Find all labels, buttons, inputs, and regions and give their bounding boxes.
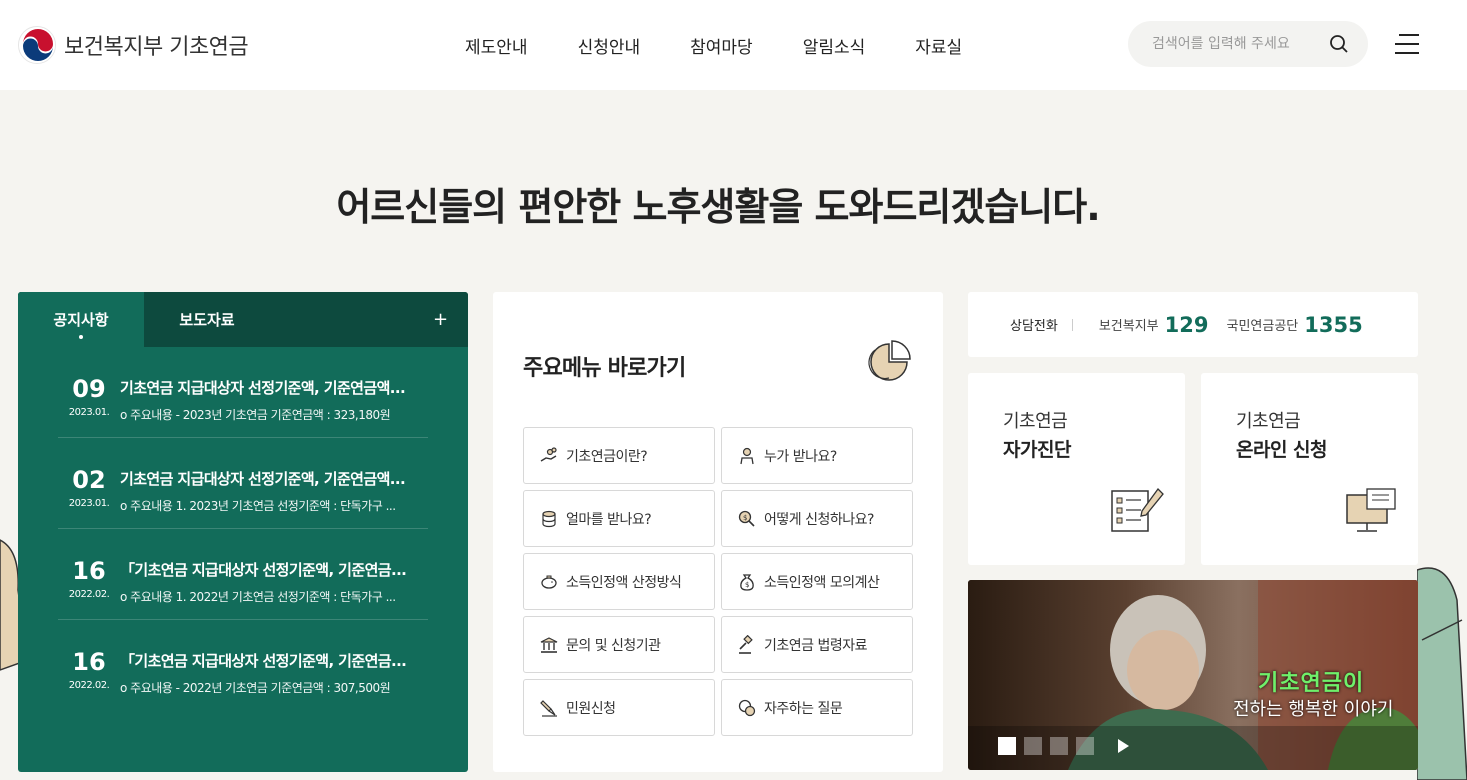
header: 보건복지부 기초연금 제도안내 신청안내 참여마당 알림소식 자료실	[0, 0, 1467, 90]
site-logo[interactable]: 보건복지부 기초연금	[18, 26, 249, 64]
slide-indicator-4[interactable]	[1076, 737, 1094, 755]
coin-stack-icon	[538, 508, 560, 530]
slide-indicator-1[interactable]	[998, 737, 1016, 755]
checklist-icon	[1111, 488, 1164, 532]
logo-org: 보건복지부	[64, 35, 163, 60]
taegeuk-logo-icon	[18, 26, 56, 64]
nav-item-apply[interactable]: 신청안내	[553, 33, 666, 58]
person-icon	[736, 445, 758, 467]
card-title-line2: 자가진단	[1003, 439, 1071, 461]
card-title-line2: 온라인 신청	[1236, 439, 1328, 461]
notice-year-month: 2022.02.	[68, 680, 110, 691]
hand-coins-icon	[538, 445, 560, 467]
consult-org-mohw: 보건복지부	[1098, 319, 1159, 334]
nav-item-system[interactable]: 제도안내	[440, 33, 553, 58]
consult-org-nps: 국민연금공단	[1226, 319, 1299, 334]
quick-faq[interactable]: 자주하는 질문	[721, 679, 913, 736]
video-caption-main: 기초연금이	[1258, 671, 1365, 696]
svg-text:$: $	[745, 581, 749, 589]
nav-item-archive[interactable]: 자료실	[890, 33, 987, 58]
quick-civil-request[interactable]: 민원신청	[523, 679, 715, 736]
nav-item-news[interactable]: 알림소식	[778, 33, 891, 58]
notice-date: 02 2023.01.	[58, 468, 120, 528]
pen-icon	[538, 697, 560, 719]
notice-year-month: 2022.02.	[68, 589, 110, 600]
notice-panel: 공지사항 보도자료 + 09 2023.01. 기초연금 지급대상자 선정기준액…	[18, 292, 468, 772]
quick-what-is[interactable]: 기초연금이란?	[523, 427, 715, 484]
consult-label: 상담전화	[1010, 319, 1058, 334]
computer-icon	[1346, 488, 1396, 532]
notice-title[interactable]: 기초연금 지급대상자 선정기준액, 기준연금액...	[120, 468, 428, 489]
play-icon[interactable]	[1118, 739, 1129, 753]
pie-chart-icon	[868, 340, 911, 381]
notice-day: 16	[72, 557, 106, 585]
notice-day: 09	[72, 375, 106, 403]
notice-year-month: 2023.01.	[68, 407, 110, 418]
notice-title[interactable]: 기초연금 지급대상자 선정기준액, 기준연금액...	[120, 377, 428, 398]
quick-income-calc[interactable]: $ 소득인정액 모의계산	[721, 553, 913, 610]
notice-item[interactable]: 16 2022.02. 「기초연금 지급대상자 선정기준액, 기준연금... o…	[58, 529, 428, 620]
notice-desc: o 주요내용 - 2023년 기초연금 기준연금액 : 323,180원	[120, 408, 391, 422]
notice-tabs: 공지사항 보도자료 +	[18, 292, 468, 347]
search-input[interactable]	[1152, 36, 1322, 52]
quick-menu-title: 주요메뉴 바로가기	[523, 356, 686, 381]
notice-day: 16	[72, 648, 106, 676]
quick-income-method[interactable]: 소득인정액 산정방식	[523, 553, 715, 610]
slider-controls	[998, 737, 1129, 755]
card-title-line1: 기초연금	[1236, 411, 1301, 432]
online-apply-card[interactable]: 기초연금 온라인 신청	[1201, 373, 1418, 565]
svg-text:$: $	[743, 514, 747, 522]
notice-desc: o 주요내용 - 2022년 기초연금 기준연금액 : 307,500원	[120, 681, 391, 695]
self-check-card[interactable]: 기초연금 자가진단	[968, 373, 1185, 565]
consult-number-mohw[interactable]: 129	[1165, 313, 1209, 337]
hamburger-menu-icon[interactable]	[1395, 34, 1419, 54]
money-bag-icon: $	[736, 571, 758, 593]
quick-menu-grid: 기초연금이란? 누가 받나요? 얼마를 받나요? $ 어떻게 신청하나요? 소득…	[523, 427, 913, 736]
logo-service: 기초연금	[169, 35, 249, 60]
consult-phone-bar: 상담전화 보건복지부 129 국민연금공단 1355	[968, 292, 1418, 357]
notice-title[interactable]: 「기초연금 지급대상자 선정기준액, 기준연금...	[120, 559, 428, 580]
notice-item[interactable]: 16 2022.02. 「기초연금 지급대상자 선정기준액, 기준연금... o…	[58, 620, 428, 711]
video-caption-sub: 전하는 행복한 이야기	[1233, 699, 1394, 720]
notice-desc: o 주요내용 1. 2023년 기초연금 선정기준액 : 단독가구 ...	[120, 499, 396, 513]
notice-date: 09 2023.01.	[58, 377, 120, 437]
divider	[1071, 318, 1073, 331]
building-icon	[538, 634, 560, 656]
quick-how-much[interactable]: 얼마를 받나요?	[523, 490, 715, 547]
piggy-bank-icon	[538, 571, 560, 593]
notice-year-month: 2023.01.	[68, 498, 110, 509]
slide-indicator-3[interactable]	[1050, 737, 1068, 755]
search-icon[interactable]	[1328, 33, 1350, 55]
notice-title[interactable]: 「기초연금 지급대상자 선정기준액, 기준연금...	[120, 650, 428, 671]
notice-list: 09 2023.01. 기초연금 지급대상자 선정기준액, 기준연금액... o…	[18, 347, 468, 711]
slide-indicator-2[interactable]	[1024, 737, 1042, 755]
tab-press[interactable]: 보도자료	[144, 292, 270, 347]
main-nav: 제도안내 신청안내 참여마당 알림소식 자료실	[440, 0, 987, 90]
notice-item[interactable]: 02 2023.01. 기초연금 지급대상자 선정기준액, 기준연금액... o…	[58, 438, 428, 529]
quick-menu-panel: 주요메뉴 바로가기 기초연금이란? 누가 받나요? 얼마를 받나요? $ 어떻게…	[493, 292, 943, 772]
quick-how-apply[interactable]: $ 어떻게 신청하나요?	[721, 490, 913, 547]
notice-desc: o 주요내용 1. 2022년 기초연금 선정기준액 : 단독가구 ...	[120, 590, 396, 604]
notice-more-button[interactable]: +	[413, 292, 468, 347]
search-box	[1128, 21, 1368, 67]
quick-laws[interactable]: 기초연금 법령자료	[721, 616, 913, 673]
quick-agencies[interactable]: 문의 및 신청기관	[523, 616, 715, 673]
nav-item-participation[interactable]: 참여마당	[665, 33, 778, 58]
notice-day: 02	[72, 466, 106, 494]
tab-notices[interactable]: 공지사항	[18, 292, 144, 347]
search-money-icon: $	[736, 508, 758, 530]
notice-date: 16 2022.02.	[58, 650, 120, 711]
decorative-illustration-right	[1417, 567, 1467, 780]
consult-number-nps[interactable]: 1355	[1304, 313, 1362, 337]
notice-item[interactable]: 09 2023.01. 기초연금 지급대상자 선정기준액, 기준연금액... o…	[58, 347, 428, 438]
notice-date: 16 2022.02.	[58, 559, 120, 619]
chat-icon	[736, 697, 758, 719]
card-title-line1: 기초연금	[1003, 411, 1068, 432]
hero-title: 어르신들의 편안한 노후생활을 도와드리겠습니다.	[336, 185, 1100, 229]
promo-video-banner[interactable]: 기초연금이 전하는 행복한 이야기	[968, 580, 1418, 770]
quick-who[interactable]: 누가 받나요?	[721, 427, 913, 484]
gavel-icon	[736, 634, 758, 656]
